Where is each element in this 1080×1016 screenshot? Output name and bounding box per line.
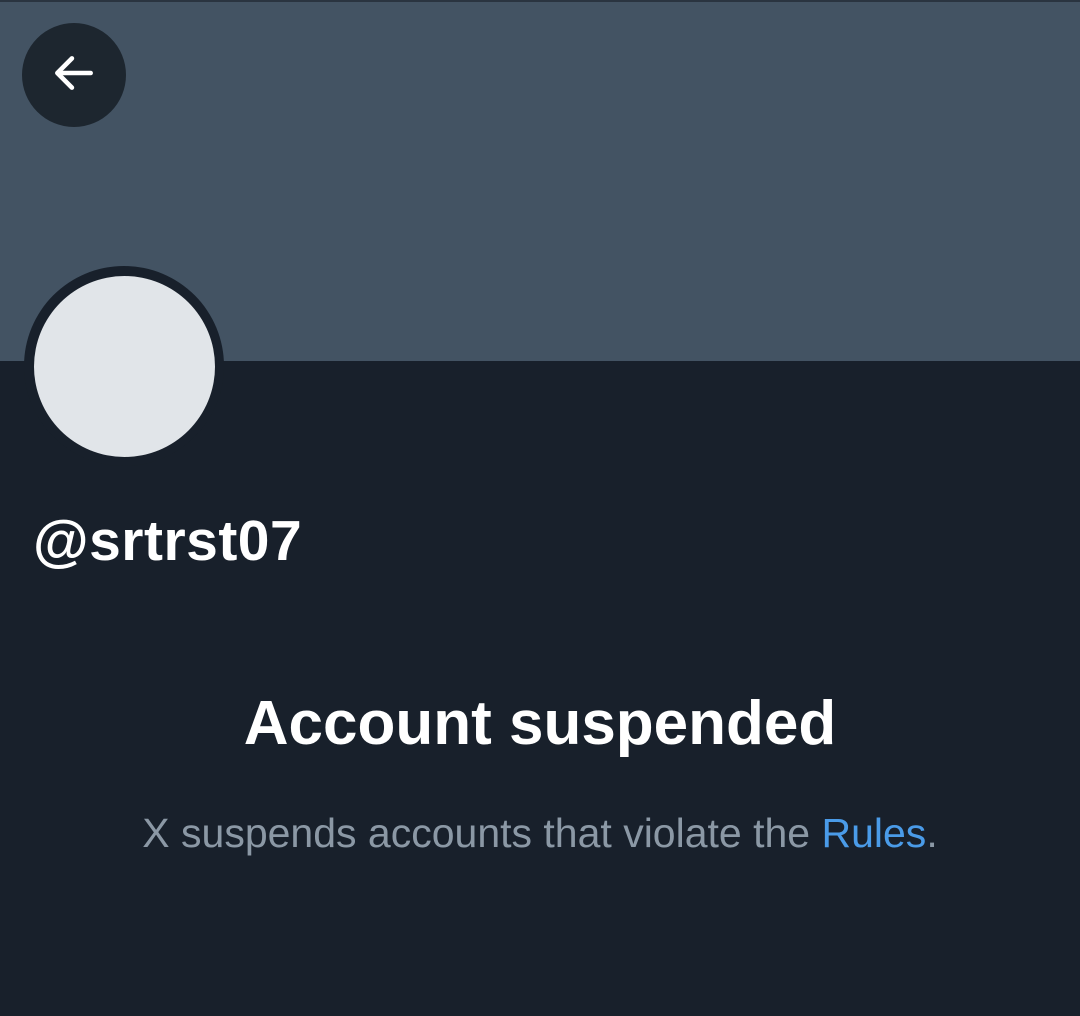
arrow-left-icon: [49, 48, 99, 103]
rules-link[interactable]: Rules: [821, 810, 926, 856]
suspension-message-text: X suspends accounts that violate the: [142, 810, 822, 856]
avatar: [34, 276, 215, 457]
back-button[interactable]: [22, 23, 126, 127]
profile-handle: @srtrst07: [33, 509, 303, 573]
profile-page: @srtrst07 Account suspended X suspends a…: [0, 0, 1080, 1016]
suspension-message: X suspends accounts that violate the Rul…: [0, 810, 1080, 857]
suspension-title: Account suspended: [243, 689, 837, 758]
suspension-message-period: .: [926, 810, 938, 856]
